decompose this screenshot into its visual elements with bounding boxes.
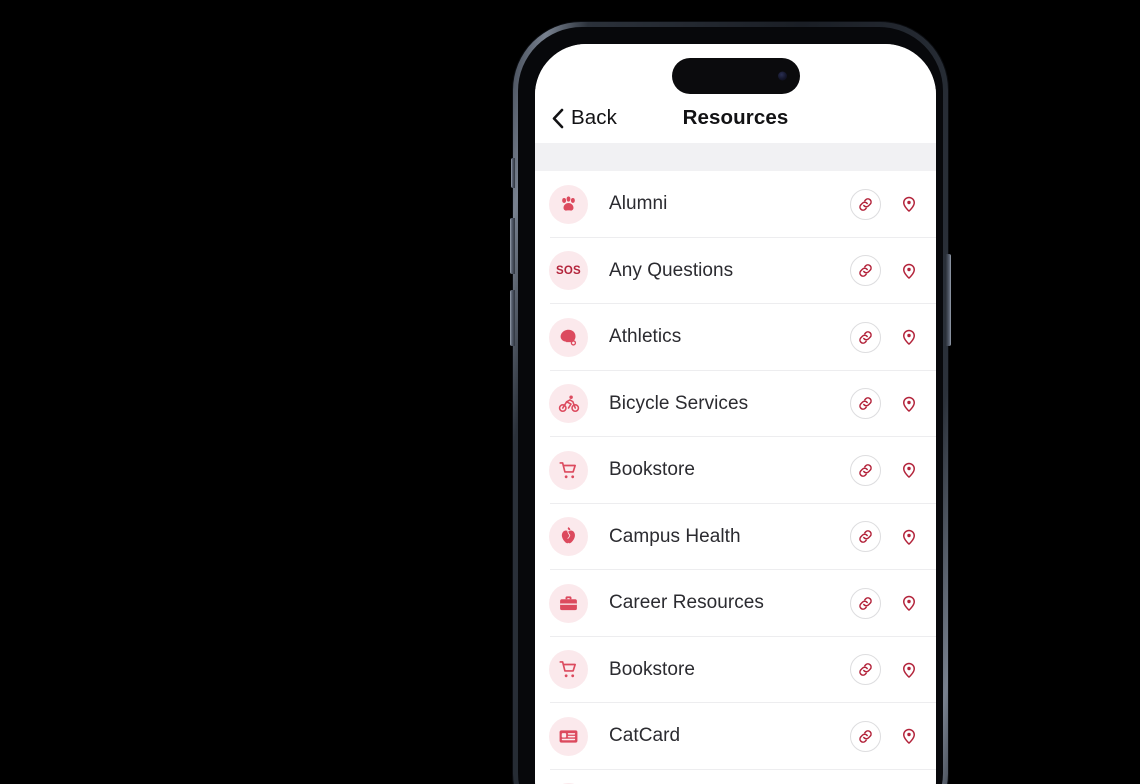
back-label: Back [571,106,617,129]
resources-list: Alumni SOS Any Questions Athletics Bicycl… [535,171,936,784]
link-icon[interactable] [850,654,881,686]
resource-row[interactable]: CatCard [535,703,936,770]
chevron-left-icon [551,108,564,129]
resource-row[interactable]: Career Resources [535,570,936,637]
map-pin-icon[interactable] [896,723,922,749]
iphone-mockup: Back Resources Alumni SOSAny Questions [510,22,951,784]
power-button[interactable] [946,254,951,346]
volume-up-button[interactable] [510,218,515,274]
resource-label: Campus Health [609,525,741,547]
apple-health-icon [549,517,588,557]
map-pin-icon[interactable] [896,391,922,417]
screenshot-stage: Back Resources Alumni SOSAny Questions [0,0,1140,784]
row-actions [850,720,922,752]
volume-down-button[interactable] [510,290,515,346]
row-actions [850,654,922,686]
link-icon[interactable] [850,454,881,486]
link-icon[interactable] [850,521,881,553]
resource-label: Career Resources [609,592,764,614]
resource-row[interactable]: Bookstore [535,636,936,703]
map-pin-icon[interactable] [896,191,922,217]
resource-label: Athletics [609,326,682,348]
resource-label: CatCard [609,725,681,747]
map-pin-icon[interactable] [896,457,922,483]
resource-row[interactable]: Bookstore [535,437,936,504]
football-helmet-icon [549,317,588,357]
row-actions [850,587,922,619]
sos-label: SOS [556,264,581,277]
back-button[interactable]: Back [551,106,617,130]
row-actions [850,255,922,287]
resource-row[interactable]: Athletics [535,304,936,371]
resource-label: Alumni [609,193,668,215]
resource-row[interactable]: Campus Health [535,503,936,570]
link-icon[interactable] [850,587,881,619]
link-icon[interactable] [850,388,881,420]
map-pin-icon[interactable] [896,657,922,683]
link-icon[interactable] [850,255,881,287]
shopping-cart-icon [549,650,588,690]
row-actions [850,454,922,486]
resource-row[interactable]: Bicycle Services [535,370,936,437]
map-pin-icon[interactable] [896,258,922,284]
row-actions [850,388,922,420]
shopping-cart-icon [549,450,588,490]
paw-print-icon [549,184,588,224]
bicycle-icon [549,384,588,424]
resource-row[interactable]: SOS Any Questions [535,237,936,304]
briefcase-icon [549,583,588,623]
resource-row[interactable] [535,769,936,784]
link-icon[interactable] [850,188,881,220]
dynamic-island [671,58,800,94]
resource-label: Bicycle Services [609,392,749,414]
phone-bezel: Back Resources Alumni SOSAny Questions [518,27,943,784]
resource-label: Bookstore [609,459,695,481]
map-pin-icon[interactable] [896,524,922,550]
row-actions [850,321,922,353]
resource-label: Bookstore [609,658,695,680]
phone-screen: Back Resources Alumni SOSAny Questions [535,44,936,784]
map-pin-icon[interactable] [896,590,922,616]
row-actions [850,188,922,220]
section-divider-strip [535,143,936,171]
link-icon[interactable] [850,321,881,353]
id-card-icon [549,716,588,756]
map-pin-icon[interactable] [896,324,922,350]
resource-row[interactable]: Alumni [535,171,936,238]
row-actions [850,521,922,553]
link-icon[interactable] [850,720,881,752]
silence-switch[interactable] [511,158,515,188]
resource-label: Any Questions [609,259,734,281]
front-camera-dot [777,71,787,81]
sos-icon: SOS [549,251,588,291]
